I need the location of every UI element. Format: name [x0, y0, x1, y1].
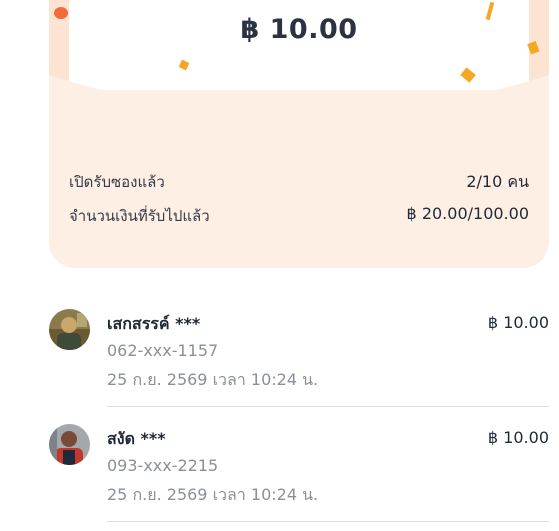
confetti-icon	[54, 7, 68, 19]
received-label: จำนวนเงินที่รับไปแล้ว	[69, 207, 210, 225]
recipient-phone: 062-xxx-1157	[107, 341, 219, 360]
divider	[107, 521, 549, 522]
opened-label: เปิดรับซองแล้ว	[69, 173, 165, 191]
recipient-name: สงัด ***	[107, 429, 166, 448]
red-envelope-summary-card: ฿ 10.00 เปิดรับซองแล้ว 2/10 คน จำนวนเงิน…	[49, 0, 549, 268]
opened-row: เปิดรับซองแล้ว 2/10 คน	[69, 170, 529, 195]
avatar	[49, 424, 90, 465]
list-item[interactable]: เสกสรรค์ *** ฿ 10.00 062-xxx-1157 25 ก.ย…	[49, 309, 549, 424]
recipient-amount: ฿ 10.00	[487, 313, 549, 332]
recipient-phone: 093-xxx-2215	[107, 456, 219, 475]
list-item[interactable]: สงัด *** ฿ 10.00 093-xxx-2215 25 ก.ย. 25…	[49, 424, 549, 531]
divider	[107, 406, 549, 407]
recipient-name: เสกสรรค์ ***	[107, 314, 201, 333]
received-value: ฿ 20.00/100.00	[406, 204, 529, 223]
avatar	[49, 309, 90, 350]
recipient-time: 25 ก.ย. 2569 เวลา 10:24 น.	[107, 370, 319, 389]
recipient-time: 25 ก.ย. 2569 เวลา 10:24 น.	[107, 485, 319, 504]
confetti-icon	[527, 40, 540, 55]
envelope-amount: ฿ 10.00	[240, 14, 358, 45]
opened-value: 2/10 คน	[466, 172, 529, 191]
received-row: จำนวนเงินที่รับไปแล้ว ฿ 20.00/100.00	[69, 204, 529, 228]
confetti-icon	[485, 2, 495, 21]
confetti-icon	[178, 59, 190, 71]
recipient-amount: ฿ 10.00	[487, 428, 549, 447]
confetti-icon	[460, 67, 476, 83]
